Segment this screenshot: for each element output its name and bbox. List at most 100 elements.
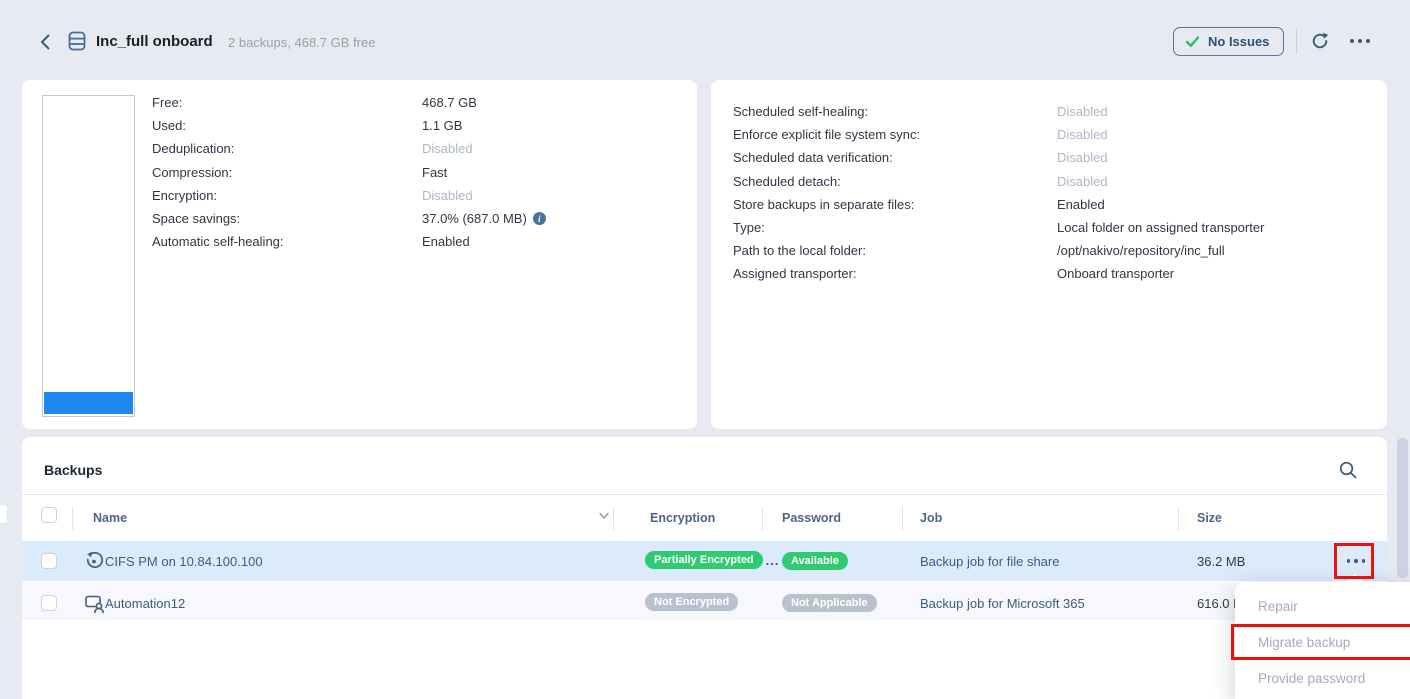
property-label: Compression: <box>152 165 422 180</box>
property-value: Disabled <box>1057 174 1108 189</box>
property-row: Scheduled detach: Disabled <box>733 170 1353 193</box>
property-value: Enabled <box>422 234 470 249</box>
m365-backup-icon <box>84 593 104 613</box>
column-header-password[interactable]: Password <box>782 511 841 525</box>
header-divider <box>1296 29 1297 54</box>
column-divider <box>902 507 903 530</box>
menu-item-provide-password[interactable]: Provide password <box>1258 671 1408 686</box>
vertical-scrollbar[interactable] <box>1397 438 1408 578</box>
dot <box>1350 39 1354 43</box>
backup-name-link[interactable]: Automation12 <box>105 596 185 611</box>
space-savings-value: 37.0% (687.0 MB) <box>422 211 527 226</box>
repository-detail-page: Inc_full onboard 2 backups, 468.7 GB fre… <box>0 0 1410 699</box>
password-badge: Available <box>782 552 848 570</box>
search-button[interactable] <box>1338 460 1358 480</box>
property-value: Disabled <box>422 188 473 203</box>
recovery-point-icon <box>84 551 104 571</box>
menu-item-repair[interactable]: Repair <box>1258 599 1408 614</box>
encryption-cell: Partially Encrypted ... <box>645 551 780 569</box>
property-row: Encryption: Disabled <box>152 184 672 207</box>
property-row: Space savings: 37.0% (687.0 MB) i <box>152 207 672 230</box>
context-menu: Repair Migrate backup Provide password <box>1235 582 1410 699</box>
column-header-encryption[interactable]: Encryption <box>650 511 715 525</box>
property-label: Scheduled self-healing: <box>733 104 1057 119</box>
table-row-cifs-backup[interactable]: CIFS PM on 10.84.100.100 Partially Encry… <box>22 541 1387 581</box>
column-header-name[interactable]: Name <box>93 511 127 525</box>
property-row: Scheduled self-healing: Disabled <box>733 100 1353 123</box>
property-value: 37.0% (687.0 MB) i <box>422 211 546 226</box>
property-row: Free: 468.7 GB <box>152 91 672 114</box>
job-link[interactable]: Backup job for file share <box>920 554 1059 569</box>
refresh-icon <box>1310 31 1330 51</box>
backup-name-link[interactable]: CIFS PM on 10.84.100.100 <box>105 554 263 569</box>
column-header-size[interactable]: Size <box>1197 511 1222 525</box>
page-subtitle: 2 backups, 468.7 GB free <box>228 35 375 50</box>
property-value: Disabled <box>422 141 473 156</box>
property-value: 468.7 GB <box>422 95 477 110</box>
property-label: Encryption: <box>152 188 422 203</box>
property-value: Disabled <box>1057 104 1108 119</box>
password-cell: Available <box>782 551 848 570</box>
property-value: 1.1 GB <box>422 118 462 133</box>
table-row-automation12[interactable]: Automation12 Not Encrypted Not Applicabl… <box>22 583 1387 620</box>
storage-properties: Free: 468.7 GB Used: 1.1 GB Deduplicatio… <box>152 91 672 253</box>
more-actions-button[interactable] <box>1350 39 1370 43</box>
badge-overflow-ellipsis: ... <box>766 553 780 568</box>
property-label: Free: <box>152 95 422 110</box>
property-value: Local folder on assigned transporter <box>1057 220 1264 235</box>
size-value: 36.2 MB <box>1197 554 1245 569</box>
select-all-checkbox[interactable] <box>41 507 57 523</box>
property-label: Space savings: <box>152 211 422 226</box>
page-header: Inc_full onboard 2 backups, 468.7 GB fre… <box>0 0 1410 80</box>
property-label: Store backups in separate files: <box>733 197 1057 212</box>
repository-settings-card: Scheduled self-healing: Disabled Enforce… <box>711 80 1387 429</box>
property-label: Scheduled detach: <box>733 174 1057 189</box>
row-checkbox[interactable] <box>41 595 57 611</box>
dot <box>1362 559 1366 563</box>
settings-properties: Scheduled self-healing: Disabled Enforce… <box>733 100 1353 286</box>
column-divider <box>762 507 763 530</box>
backups-section-title: Backups <box>44 462 102 478</box>
job-link[interactable]: Backup job for Microsoft 365 <box>920 596 1085 611</box>
row-checkbox[interactable] <box>41 553 57 569</box>
no-issues-label: No Issues <box>1208 34 1269 49</box>
property-value: Disabled <box>1057 150 1108 165</box>
property-row: Deduplication: Disabled <box>152 137 672 160</box>
property-label: Used: <box>152 118 422 133</box>
column-divider <box>1178 507 1179 530</box>
info-icon[interactable]: i <box>533 212 546 225</box>
encryption-cell: Not Encrypted <box>645 593 738 611</box>
property-label: Automatic self-healing: <box>152 234 422 249</box>
property-label: Assigned transporter: <box>733 266 1057 281</box>
property-value: Disabled <box>1057 127 1108 142</box>
row-actions-button[interactable] <box>1340 551 1372 571</box>
password-badge: Not Applicable <box>782 594 877 612</box>
sort-chevron-icon[interactable] <box>598 512 610 520</box>
repository-icon <box>66 30 88 52</box>
back-button[interactable] <box>36 32 56 52</box>
property-label: Scheduled data verification: <box>733 150 1057 165</box>
property-label: Type: <box>733 220 1057 235</box>
property-value: Enabled <box>1057 197 1105 212</box>
backups-card: Backups Name Encryption Password Job Siz… <box>22 437 1387 699</box>
refresh-button[interactable] <box>1310 31 1330 51</box>
property-row: Store backups in separate files: Enabled <box>733 193 1353 216</box>
chevron-left-icon <box>36 32 56 52</box>
property-label: Path to the local folder: <box>733 243 1057 258</box>
property-value: Onboard transporter <box>1057 266 1174 281</box>
property-row: Assigned transporter: Onboard transporte… <box>733 262 1353 285</box>
no-issues-button[interactable]: No Issues <box>1173 27 1284 56</box>
dot <box>1347 559 1351 563</box>
encryption-badge: Not Encrypted <box>645 593 738 611</box>
menu-item-migrate-backup[interactable]: Migrate backup <box>1258 635 1408 650</box>
table-header-row: Name Encryption Password Job Size <box>22 495 1387 541</box>
dot <box>1366 39 1370 43</box>
column-header-job[interactable]: Job <box>920 511 942 525</box>
column-divider <box>72 507 73 530</box>
capacity-gauge-used-fill <box>44 392 133 414</box>
property-row: Automatic self-healing: Enabled <box>152 230 672 253</box>
property-row: Scheduled data verification: Disabled <box>733 146 1353 169</box>
page-title: Inc_full onboard <box>96 33 213 50</box>
dot <box>1354 559 1358 563</box>
property-label: Enforce explicit file system sync: <box>733 127 1057 142</box>
